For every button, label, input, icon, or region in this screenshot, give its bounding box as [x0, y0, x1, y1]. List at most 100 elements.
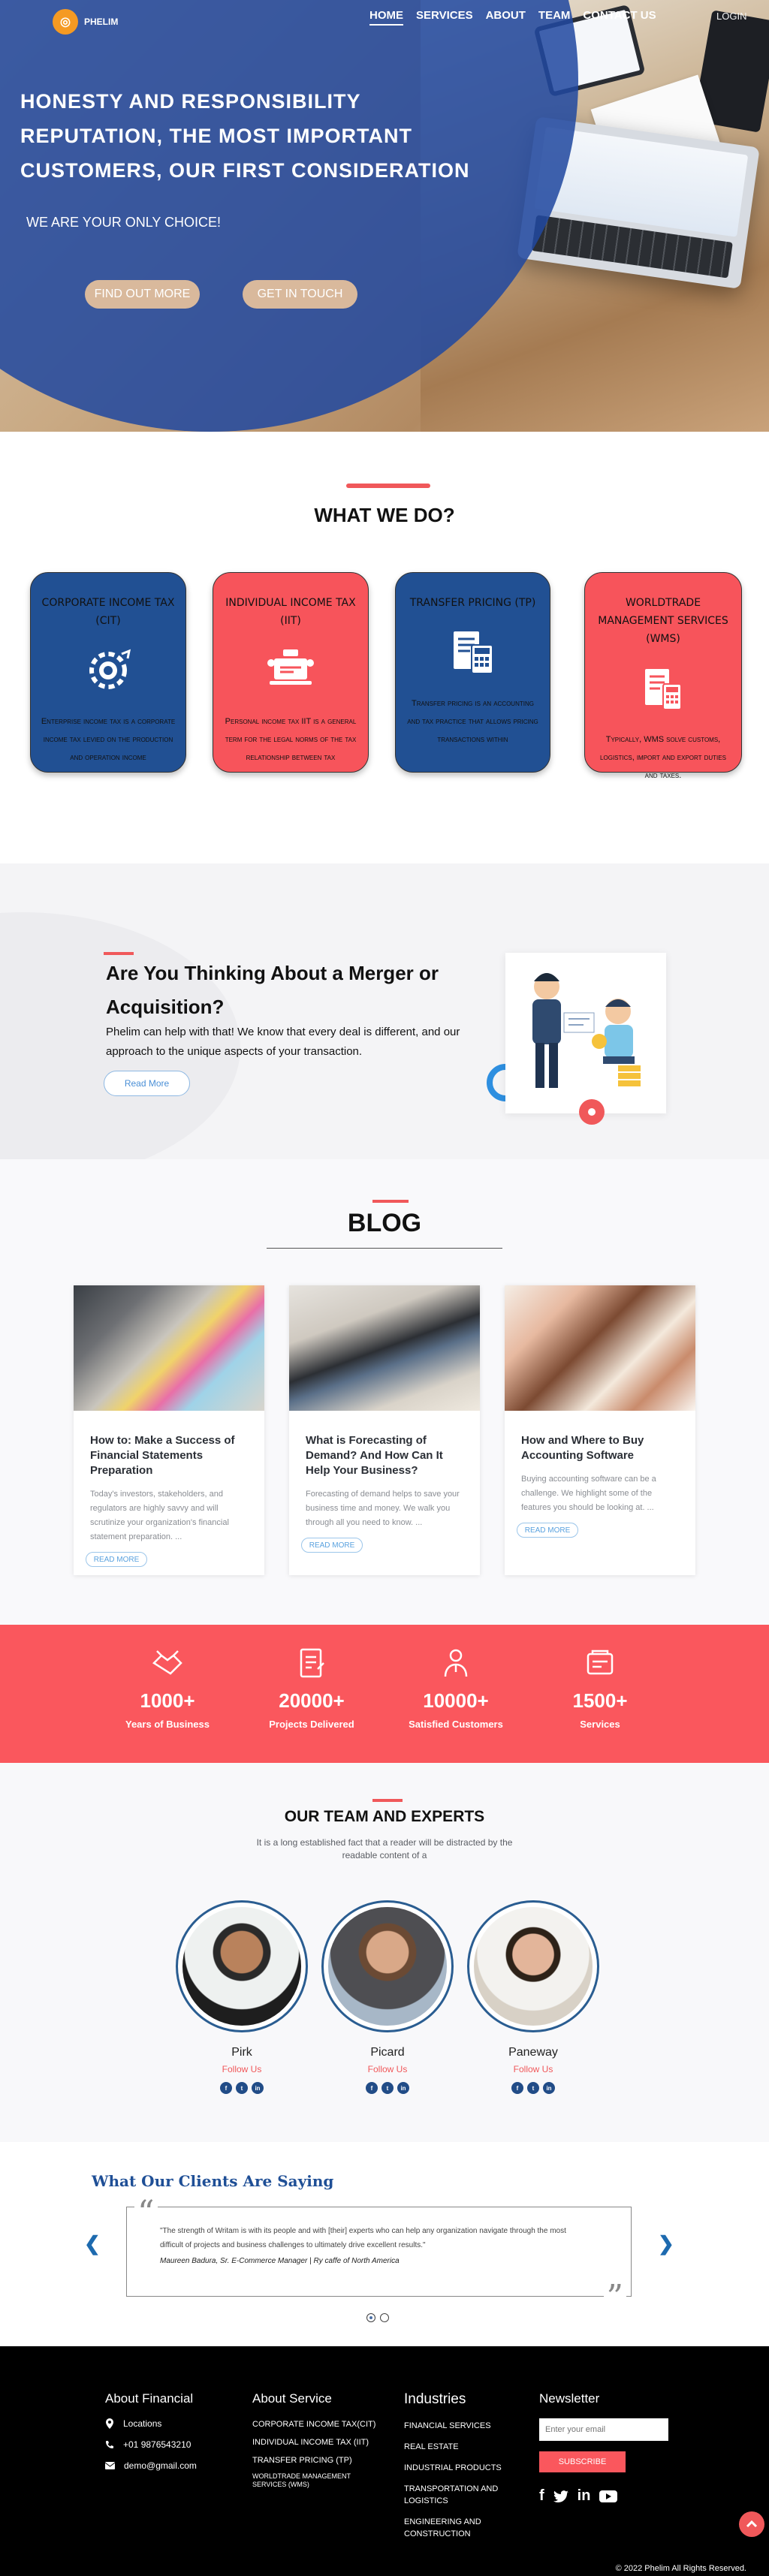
read-more-button[interactable]: Read More — [104, 1071, 190, 1096]
facebook-icon[interactable]: f — [539, 2487, 544, 2505]
stat-value: 10000+ — [423, 1689, 489, 1712]
footer-link[interactable]: ENGINEERING AND CONSTRUCTION — [404, 2516, 517, 2540]
member-name: Pirk — [231, 2046, 252, 2059]
blog-post-title[interactable]: How to: Make a Success of Financial Stat… — [74, 1411, 264, 1478]
footer-link[interactable]: INDIVIDUAL INCOME TAX (IIT) — [252, 2436, 380, 2448]
blog-post-excerpt: Buying accounting software can be a chal… — [521, 1475, 656, 1512]
nav-services[interactable]: SERVICES — [416, 9, 473, 26]
carousel-dot[interactable] — [380, 2313, 389, 2322]
stat-value: 20000+ — [279, 1689, 345, 1712]
nav-home[interactable]: HOME — [369, 9, 403, 26]
handshake-icon — [111, 1646, 224, 1680]
hero-title-line: CUSTOMERS, OUR FIRST CONSIDERATION — [20, 159, 470, 182]
service-description: Enterprise income tax is a corporate inc… — [41, 717, 176, 762]
stat-item: 10000+ Satisfied Customers — [400, 1646, 512, 1730]
team-subtitle: It is a long established fact that a rea… — [256, 1837, 513, 1860]
footer-locations[interactable]: Locations — [105, 2418, 197, 2429]
laptop-people-icon — [264, 643, 318, 697]
quote-open-icon: “ — [134, 2197, 158, 2230]
newsletter-email-input[interactable] — [539, 2418, 668, 2441]
blog-post-title[interactable]: What is Forecasting of Demand? And How C… — [289, 1411, 480, 1478]
get-in-touch-button[interactable]: GET IN TOUCH — [243, 280, 357, 309]
linkedin-icon[interactable]: in — [397, 2082, 409, 2094]
footer-email-text: demo@gmail.com — [124, 2460, 197, 2471]
nav-contact[interactable]: CONTACT US — [583, 9, 656, 26]
top-nav: ◎ PHELIM HOME SERVICES ABOUT TEAM CONTAC… — [0, 0, 769, 35]
blog-post-excerpt: Forecasting of demand helps to save your… — [306, 1490, 460, 1527]
service-card-iit[interactable]: INDIVIDUAL INCOME TAX (IIT) Personal inc… — [213, 572, 369, 773]
footer-heading: Industries — [404, 2391, 466, 2407]
hero-title-line: REPUTATION, THE MOST IMPORTANT — [20, 125, 412, 147]
footer-locations-text: Locations — [123, 2418, 162, 2429]
blog-image — [289, 1285, 480, 1411]
nav-links: HOME SERVICES ABOUT TEAM CONTACT US — [369, 9, 656, 26]
twitter-icon[interactable] — [553, 2490, 568, 2502]
service-card-cit[interactable]: CORPORATE INCOME TAX (CIT) Enterprise in… — [30, 572, 186, 773]
footer-link[interactable]: REAL ESTATE — [404, 2441, 517, 2453]
facebook-icon[interactable]: f — [220, 2082, 232, 2094]
stats-section: 1000+ Years of Business 20000+ Projects … — [0, 1625, 769, 1763]
nav-team[interactable]: TEAM — [538, 9, 571, 26]
subscribe-button[interactable]: SUBSCRIBE — [539, 2451, 626, 2472]
footer-email[interactable]: demo@gmail.com — [105, 2460, 197, 2471]
follow-us-label: Follow Us — [513, 2064, 553, 2074]
stat-label: Projects Delivered — [269, 1719, 354, 1730]
linkedin-icon[interactable]: in — [543, 2082, 555, 2094]
youtube-icon[interactable] — [599, 2490, 618, 2502]
twitter-icon[interactable]: t — [527, 2082, 539, 2094]
testimonials-title: What Our Clients Are Saying — [92, 2172, 334, 2190]
service-title: WORLDTRADE MANAGEMENT SERVICES (WMS) — [598, 597, 728, 645]
footer-link[interactable]: WORLDTRADE MANAGEMENT SERVICES (WMS) — [252, 2472, 380, 2489]
chevron-right-icon[interactable]: ❯ — [658, 2232, 674, 2255]
footer-link[interactable]: FINANCIAL SERVICES — [404, 2420, 517, 2432]
carousel-dot[interactable] — [366, 2313, 375, 2322]
read-more-button[interactable]: READ MORE — [86, 1552, 147, 1567]
blog-card[interactable]: How and Where to Buy Accounting Software… — [505, 1285, 695, 1575]
footer-link[interactable]: INDUSTRIAL PRODUCTS — [404, 2462, 517, 2474]
footer-phone[interactable]: +01 9876543210 — [105, 2439, 197, 2450]
footer-heading: About Service — [252, 2391, 332, 2406]
service-card-wms[interactable]: WORLDTRADE MANAGEMENT SERVICES (WMS) Typ… — [584, 572, 742, 780]
footer-heading: Newsletter — [539, 2391, 600, 2406]
team-member: Pirk Follow Us f t in — [176, 1900, 308, 2094]
facebook-icon[interactable]: f — [511, 2082, 523, 2094]
logo[interactable]: ◎ PHELIM — [53, 9, 118, 35]
footer-link[interactable]: CORPORATE INCOME TAX(CIT) — [252, 2418, 380, 2430]
social-links: f t in — [321, 2082, 454, 2094]
what-we-do-title: WHAT WE DO? — [314, 504, 455, 526]
login-link[interactable]: LOGIN — [716, 11, 746, 22]
avatar — [321, 1900, 454, 2032]
team-member: Picard Follow Us f t in — [321, 1900, 454, 2094]
hero-section: ◎ PHELIM HOME SERVICES ABOUT TEAM CONTAC… — [0, 0, 769, 432]
ledger-calculator-icon — [636, 661, 690, 716]
stat-item: 1000+ Years of Business — [111, 1646, 224, 1730]
stat-item: 1500+ Services — [544, 1646, 656, 1730]
email-icon — [105, 2462, 115, 2469]
twitter-icon[interactable]: t — [381, 2082, 394, 2094]
customer-icon — [400, 1646, 512, 1680]
back-to-top-button[interactable] — [739, 2511, 764, 2537]
service-card-tp[interactable]: TRANSFER PRICING (TP) Transfer pricing i… — [395, 572, 550, 773]
read-more-button[interactable]: READ MORE — [517, 1523, 578, 1538]
phone-icon — [106, 2441, 113, 2448]
nav-about[interactable]: ABOUT — [486, 9, 526, 26]
linkedin-icon[interactable]: in — [578, 2487, 591, 2505]
facebook-icon[interactable]: f — [366, 2082, 378, 2094]
footer-link[interactable]: TRANSFER PRICING (TP) — [252, 2454, 380, 2466]
linkedin-icon[interactable]: in — [252, 2082, 264, 2094]
blog-post-title[interactable]: How and Where to Buy Accounting Software — [505, 1411, 695, 1463]
chevron-left-icon[interactable]: ❮ — [84, 2232, 101, 2255]
testimonial-author: Maureen Badura, Sr. E-Commerce Manager |… — [160, 2257, 400, 2265]
footer-phone-text: +01 9876543210 — [123, 2439, 191, 2450]
quote-close-icon: ” — [603, 2281, 626, 2314]
twitter-icon[interactable]: t — [236, 2082, 248, 2094]
blog-card[interactable]: How to: Make a Success of Financial Stat… — [74, 1285, 264, 1575]
divider — [267, 1248, 502, 1249]
find-out-more-button[interactable]: FIND OUT MORE — [85, 280, 200, 309]
stat-label: Services — [580, 1719, 620, 1730]
read-more-button[interactable]: READ MORE — [301, 1538, 363, 1553]
footer-link[interactable]: TRANSPORTATION AND LOGISTICS — [404, 2483, 517, 2507]
service-description: Typically, WMS solve customs, logistics,… — [600, 735, 726, 780]
services-icon — [544, 1646, 656, 1680]
blog-card[interactable]: What is Forecasting of Demand? And How C… — [289, 1285, 480, 1575]
